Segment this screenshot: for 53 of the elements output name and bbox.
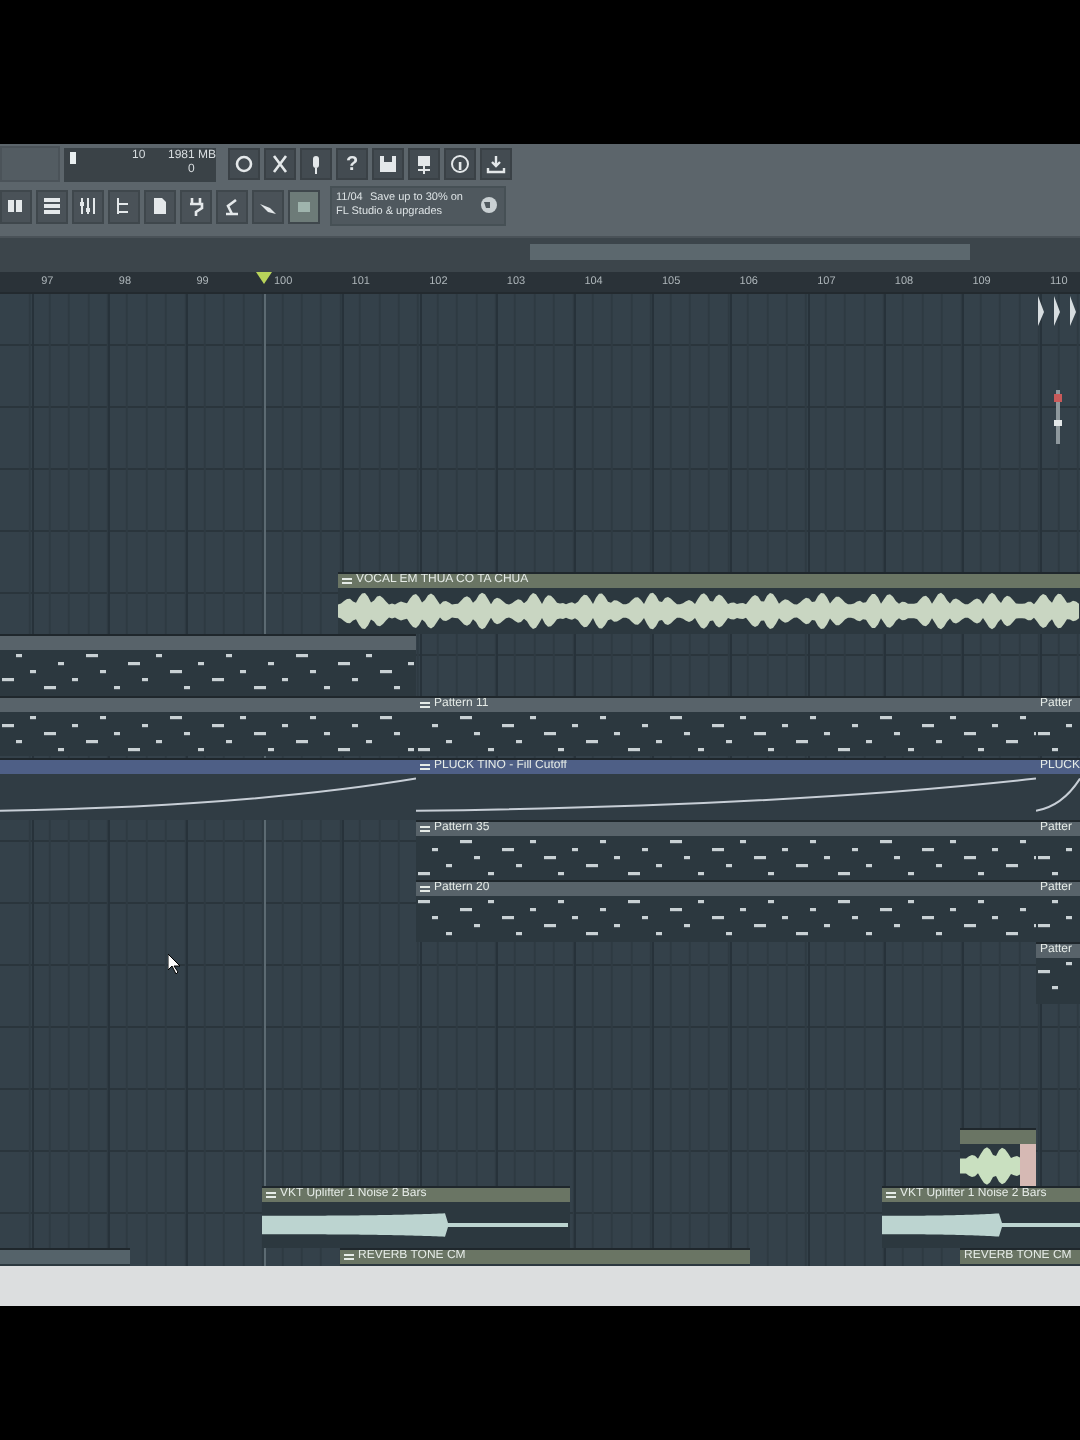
wave-icon [266,1190,276,1200]
bag-icon [296,198,312,214]
bars-button[interactable] [36,189,68,223]
download-button[interactable] [480,148,512,180]
waveform-drawing [960,1144,1036,1188]
pattern-icon [420,824,430,834]
download-icon [486,154,506,174]
pattern-icon [420,700,430,710]
microphone-button[interactable] [300,148,332,180]
pattern-clip[interactable] [0,696,416,756]
mixer-icon [78,196,98,216]
automation-clip[interactable] [0,758,416,820]
hand-button[interactable] [252,189,284,223]
loop-button[interactable] [228,148,260,180]
playlist-grid[interactable] [0,294,1080,1266]
scissors-button[interactable] [264,148,296,180]
pattern-icon [420,884,430,894]
lamp-button[interactable] [216,189,248,223]
plug-button[interactable] [180,189,212,223]
wave-icon [886,1190,896,1200]
shop-button[interactable] [288,189,320,223]
save-icon [378,154,398,174]
grid-button[interactable] [0,189,32,223]
grid-icon [6,196,26,216]
help-button[interactable]: ? [336,148,368,180]
pattern-clip[interactable] [0,634,416,696]
cpu-bar-icon [70,151,76,163]
clip-header[interactable] [0,760,416,774]
scissors-icon [270,154,290,174]
clip-header[interactable] [960,1130,1036,1144]
tree-button[interactable] [108,189,140,223]
scroll-thumb[interactable] [530,244,970,260]
bars-icon [42,196,62,216]
tree-icon [114,196,134,216]
wave-icon [344,1252,354,1262]
loop-icon [234,154,254,174]
mouse-cursor-icon [168,954,182,974]
export-button[interactable] [408,148,440,180]
page-button[interactable] [144,189,176,223]
clip-header[interactable] [0,698,416,712]
save-button[interactable] [372,148,404,180]
wave-icon [342,576,352,586]
mixer-button[interactable] [72,189,104,223]
curve-icon [420,762,430,772]
marker-icon[interactable] [1036,296,1080,326]
page-icon [150,196,170,216]
audio-clip[interactable] [960,1128,1036,1188]
slider-icon[interactable] [1054,390,1062,444]
export-icon [414,154,434,174]
note-drawing [1038,962,1072,990]
info-button[interactable] [444,148,476,180]
info-icon [450,154,470,174]
clip-header[interactable] [0,636,416,650]
